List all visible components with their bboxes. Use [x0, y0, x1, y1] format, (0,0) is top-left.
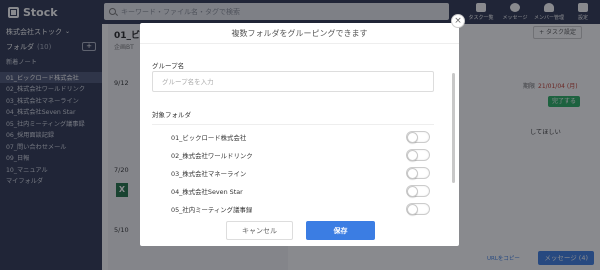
- toggle-knob: [407, 132, 418, 143]
- close-button[interactable]: ×: [451, 14, 465, 28]
- folder-row: 01_ビックロード株式会社: [152, 128, 434, 146]
- folder-toggle-list: 01_ビックロード株式会社 02_株式会社ワールドリンク 03_株式会社マネーラ…: [152, 124, 434, 219]
- folder-row: 05_社内ミーティング議事録: [152, 200, 434, 218]
- grouping-modal: 複数フォルダをグルーピングできます × グループ名 対象フォルダ 01_ビックロ…: [140, 14, 465, 246]
- folder-name: 04_株式会社Seven Star: [171, 187, 243, 196]
- folder-name: 05_社内ミーティング議事録: [171, 205, 253, 214]
- group-name-label: グループ名: [152, 62, 185, 70]
- modal-scrollbar[interactable]: [452, 73, 455, 183]
- folder-toggle[interactable]: [406, 149, 430, 161]
- folder-row: 04_株式会社Seven Star: [152, 182, 434, 200]
- modal-title: 複数フォルダをグルーピングできます: [231, 28, 368, 38]
- folder-name: 02_株式会社ワールドリンク: [171, 151, 253, 160]
- folder-row: 03_株式会社マネーライン: [152, 164, 434, 182]
- save-button[interactable]: 保存: [306, 221, 375, 240]
- toggle-knob: [407, 150, 418, 161]
- group-name-input[interactable]: [152, 71, 434, 92]
- folder-row: 02_株式会社ワールドリンク: [152, 146, 434, 164]
- close-icon: ×: [454, 15, 462, 26]
- target-folders-label: 対象フォルダ: [152, 111, 191, 119]
- folder-name: 01_ビックロード株式会社: [171, 133, 247, 142]
- folder-toggle[interactable]: [406, 131, 430, 143]
- cancel-button[interactable]: キャンセル: [226, 221, 293, 240]
- toggle-knob: [407, 186, 418, 197]
- toggle-knob: [407, 168, 418, 179]
- folder-toggle[interactable]: [406, 203, 430, 215]
- folder-name: 03_株式会社マネーライン: [171, 169, 247, 178]
- folder-toggle[interactable]: [406, 185, 430, 197]
- folder-toggle[interactable]: [406, 167, 430, 179]
- modal-header: 複数フォルダをグルーピングできます: [140, 23, 459, 44]
- toggle-knob: [407, 204, 418, 215]
